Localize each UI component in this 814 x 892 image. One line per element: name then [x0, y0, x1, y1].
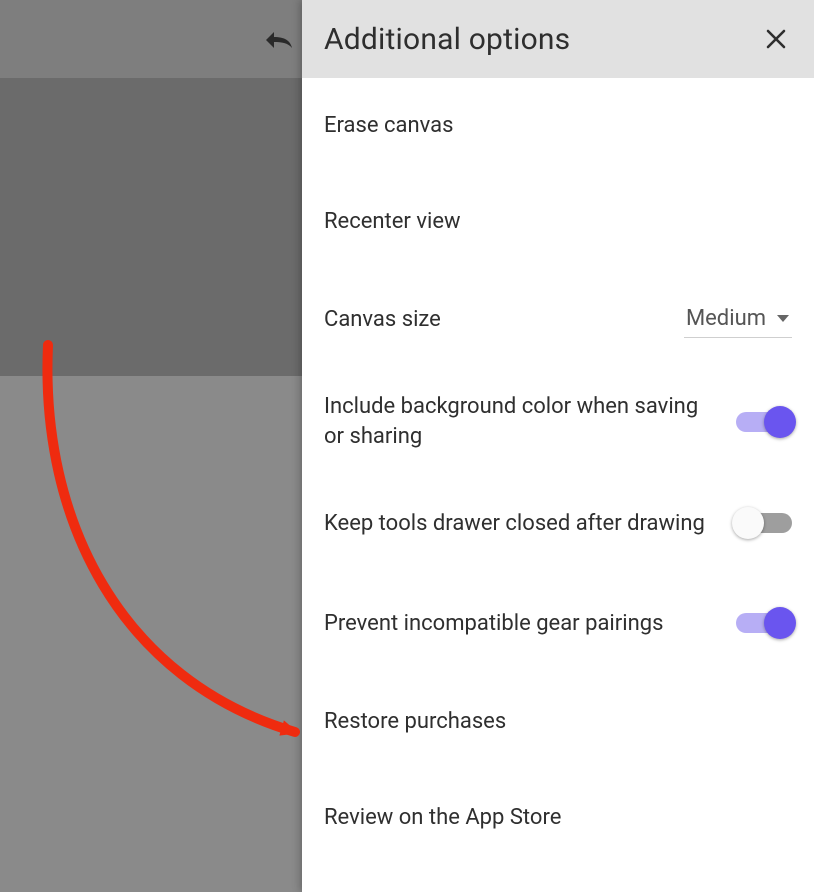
prevent-pairings-row: Prevent incompatible gear pairings	[324, 573, 792, 673]
prevent-pairings-toggle[interactable]	[736, 611, 792, 635]
recenter-view-label: Recenter view	[324, 207, 792, 237]
panel-header: Additional options	[302, 0, 814, 78]
include-background-label: Include background color when saving or …	[324, 392, 736, 451]
close-button[interactable]	[760, 23, 792, 55]
erase-canvas-row[interactable]: Erase canvas	[324, 78, 792, 174]
prevent-pairings-label: Prevent incompatible gear pairings	[324, 609, 736, 639]
review-app-store-row[interactable]: Review on the App Store	[324, 769, 792, 865]
toggle-thumb	[764, 607, 796, 639]
keep-tools-closed-toggle[interactable]	[736, 511, 792, 535]
restore-purchases-label: Restore purchases	[324, 707, 792, 737]
additional-options-panel: Additional options Erase canvas Recenter…	[302, 0, 814, 892]
canvas-size-label: Canvas size	[324, 305, 684, 335]
erase-canvas-label: Erase canvas	[324, 111, 792, 141]
close-icon	[764, 27, 788, 51]
caret-down-icon	[776, 314, 790, 324]
undo-icon	[260, 26, 296, 54]
keep-tools-closed-label: Keep tools drawer closed after drawing	[324, 509, 736, 539]
review-app-store-label: Review on the App Store	[324, 803, 792, 833]
include-background-row: Include background color when saving or …	[324, 370, 792, 473]
panel-body: Erase canvas Recenter view Canvas size M…	[302, 78, 814, 892]
canvas-size-row: Canvas size Medium	[324, 270, 792, 370]
panel-title: Additional options	[324, 22, 570, 57]
recenter-view-row[interactable]: Recenter view	[324, 174, 792, 270]
restore-purchases-row[interactable]: Restore purchases	[324, 673, 792, 769]
toggle-thumb	[764, 406, 796, 438]
canvas-size-value: Medium	[686, 306, 766, 331]
canvas-size-select[interactable]: Medium	[684, 302, 792, 338]
toggle-thumb	[732, 507, 764, 539]
keep-tools-closed-row: Keep tools drawer closed after drawing	[324, 473, 792, 573]
app-stage: Additional options Erase canvas Recenter…	[0, 0, 814, 892]
include-background-toggle[interactable]	[736, 410, 792, 434]
